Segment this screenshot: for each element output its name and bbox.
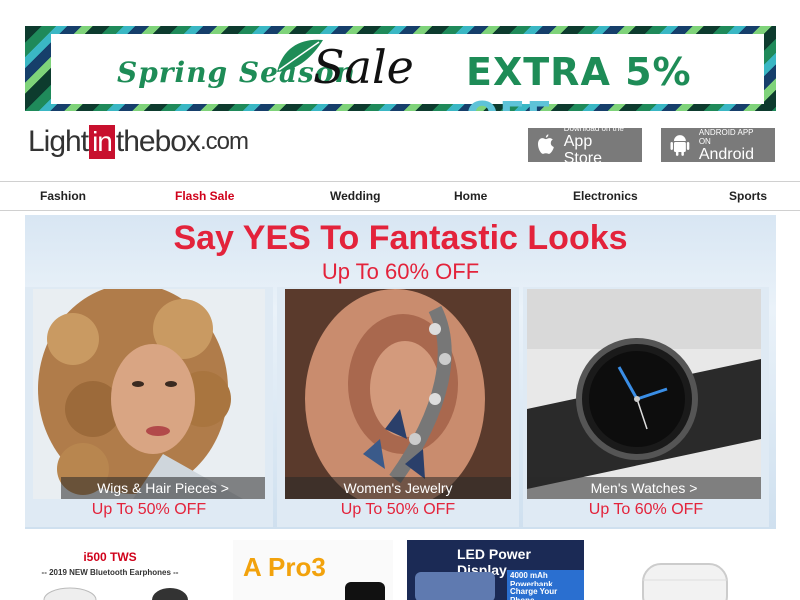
site-logo[interactable]: Light in thebox .com bbox=[28, 124, 249, 160]
promo-extra-text: EXTRA 5% OFF bbox=[466, 50, 692, 111]
promo-banner[interactable]: Spring Season Sale EXTRA 5% OFF bbox=[25, 26, 776, 111]
app-store-text: Download on the App Store bbox=[564, 124, 634, 167]
wigs-discount: Up To 50% OFF bbox=[91, 501, 207, 518]
powerbank-image bbox=[415, 572, 495, 600]
jewelry-label: Women's Jewelry bbox=[285, 477, 511, 499]
jewelry-image bbox=[285, 289, 511, 499]
product-tile-powerbank[interactable]: LED Power Display 4000 mAh Powerbank Cha… bbox=[407, 540, 584, 600]
app-store-small-label: Download on the bbox=[563, 123, 624, 133]
nav-item-fashion[interactable]: Fashion bbox=[40, 189, 86, 203]
wigs-label: Wigs & Hair Pieces > bbox=[61, 477, 265, 499]
hero-title: Say YES To Fantastic Looks bbox=[173, 219, 628, 257]
logo-text-light: Light bbox=[28, 125, 89, 158]
product-apro3-title: A Pro3 bbox=[243, 552, 326, 582]
apple-icon bbox=[537, 134, 554, 154]
promo-sale-text: Sale bbox=[313, 40, 414, 94]
android-app-text: ANDROID APP ON Android bbox=[699, 128, 767, 163]
category-card-jewelry[interactable]: Women's Jewelry Up To 50% OFF bbox=[277, 287, 519, 527]
product-i500-title: i500 TWS bbox=[83, 550, 137, 564]
product-tile-airpods[interactable] bbox=[635, 540, 735, 600]
category-card-wigs[interactable]: Wigs & Hair Pieces > Up To 50% OFF bbox=[25, 287, 273, 527]
nav-item-wedding[interactable]: Wedding bbox=[330, 189, 380, 203]
app-store-button[interactable]: Download on the App Store bbox=[528, 124, 642, 167]
category-card-watches[interactable]: Men's Watches > Up To 60% OFF bbox=[523, 287, 769, 527]
main-nav: Fashion Flash Sale Wedding Home Electron… bbox=[0, 181, 800, 211]
promo-banner-inner: Spring Season Sale EXTRA 5% OFF bbox=[51, 34, 764, 111]
nav-item-sports[interactable]: Sports bbox=[729, 189, 767, 203]
product-tile-apro3[interactable]: A Pro3 bbox=[233, 540, 393, 600]
phone-image bbox=[345, 582, 385, 600]
nav-item-flash-sale[interactable]: Flash Sale bbox=[175, 189, 234, 203]
nav-item-electronics[interactable]: Electronics bbox=[573, 189, 638, 203]
product-i500-subtitle: -- 2019 NEW Bluetooth Earphones -- bbox=[41, 568, 179, 577]
android-icon bbox=[670, 135, 690, 156]
app-store-big-label: App Store bbox=[563, 132, 602, 167]
android-app-button[interactable]: ANDROID APP ON Android bbox=[661, 128, 775, 163]
wigs-image bbox=[33, 289, 265, 499]
jewelry-discount: Up To 50% OFF bbox=[340, 501, 456, 518]
watches-image bbox=[527, 289, 761, 499]
earbuds-image bbox=[43, 587, 188, 600]
product-tile-i500[interactable]: i500 TWS -- 2019 NEW Bluetooth Earphones… bbox=[30, 540, 190, 600]
product-powerbank-sub2: Charge Your Phone bbox=[507, 586, 584, 600]
airpods-case-image bbox=[642, 563, 728, 600]
logo-text-com: .com bbox=[199, 128, 249, 155]
android-big-label: Android bbox=[698, 145, 754, 163]
hero-subtitle: Up To 60% OFF bbox=[321, 259, 480, 284]
logo-text-thebox: thebox bbox=[115, 125, 201, 158]
logo-text-in: in bbox=[89, 125, 115, 159]
android-small-label: ANDROID APP ON bbox=[698, 127, 754, 146]
watches-label: Men's Watches > bbox=[527, 477, 761, 499]
watches-discount: Up To 60% OFF bbox=[588, 501, 704, 518]
nav-item-home[interactable]: Home bbox=[454, 189, 487, 203]
